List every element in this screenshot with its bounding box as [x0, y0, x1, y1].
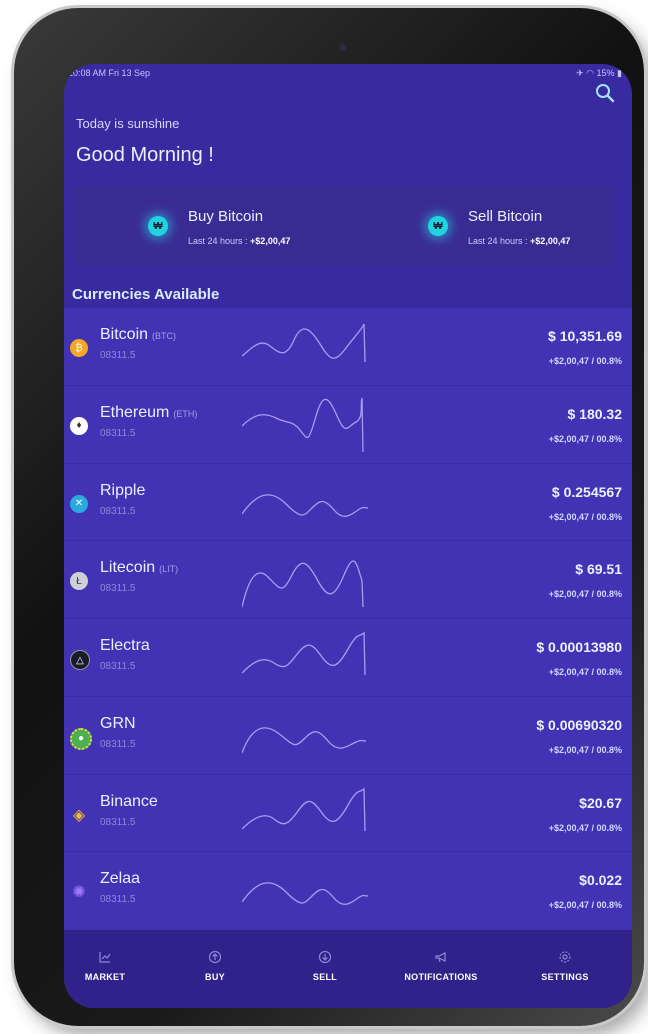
currency-price: $ 0.00690320: [536, 716, 622, 733]
currency-change: +$2,00,47 / 00.8%: [548, 433, 622, 444]
status-indicators: ✈ ◠ 15% ▮: [576, 68, 622, 79]
tab-buy[interactable]: BUY: [160, 950, 270, 982]
sparkline-chart: [242, 727, 367, 753]
tab-market[interactable]: MARKET: [64, 950, 160, 982]
sparkline-chart: [242, 631, 366, 676]
wifi-icon: ◠: [586, 68, 594, 78]
grn-icon: ●: [70, 727, 92, 750]
currency-price: $20.67: [579, 794, 622, 811]
gear-icon: [559, 951, 571, 963]
sparkline-chart: [242, 882, 369, 906]
currency-price: $ 0.254567: [551, 483, 622, 500]
currency-row-ripple[interactable]: ✕ Ripple 08311.5 $ 0.254567 +$2,00,47 / …: [64, 464, 632, 542]
currency-price: $ 69.51: [575, 561, 622, 578]
currency-code: 08311.5: [100, 738, 136, 750]
currency-change: +$2,00,47 / 00.8%: [548, 822, 622, 833]
zelaa-icon: ✺: [72, 884, 86, 902]
buy-icon: [208, 950, 222, 964]
currency-code: 08311.5: [100, 816, 136, 828]
currency-change: +$2,00,47 / 00.8%: [548, 744, 622, 755]
binance-icon: ◈: [72, 806, 86, 824]
currency-code: 08311.5: [100, 350, 136, 361]
wallet-coin-icon: ₩: [428, 216, 448, 236]
status-time: 10:08 AM Fri 13 Sep: [68, 68, 151, 78]
sparkline-chart: [242, 397, 364, 452]
currency-change: +$2,00,47 / 00.8%: [548, 667, 622, 677]
electra-icon: △: [70, 650, 90, 670]
bitcoin-icon: ₿: [70, 339, 88, 357]
battery-icon: ▮: [617, 68, 622, 78]
currency-name: Binance: [100, 792, 158, 810]
wallet-coin-icon: ₩: [148, 216, 168, 236]
sell-icon: [318, 950, 332, 964]
megaphone-icon: [435, 952, 446, 963]
sell-bitcoin-label: Sell Bitcoin: [468, 208, 543, 225]
tab-notifications[interactable]: NOTIFICATIONS: [386, 950, 496, 982]
currency-row-binance[interactable]: ◈ Binance 08311.5 $20.67 +$2,00,47 / 00.…: [64, 775, 632, 853]
buy-bitcoin-info: Last 24 hours : +$2,00,47: [188, 236, 291, 246]
trade-card: ₩ Buy Bitcoin Last 24 hours : +$2,00,47 …: [74, 186, 614, 266]
currency-code: 08311.5: [100, 427, 136, 439]
sparkline-chart: [242, 560, 364, 608]
sparkline-chart: [242, 786, 366, 831]
currency-price: $ 10,351.69: [548, 328, 622, 344]
currency-list: ₿ Bitcoin (BTC) 08311.5 $ 10,351.69 +$2,0…: [64, 308, 632, 930]
currency-name: Ethereum (ETH): [100, 403, 198, 421]
greeting-title: Good Morning !: [76, 144, 214, 166]
search-button[interactable]: [594, 82, 616, 104]
currency-change: +$2,00,47 / 00.8%: [548, 356, 622, 366]
status-bar: 10:08 AM Fri 13 Sep ✈ ◠ 15% ▮: [64, 64, 632, 82]
currency-row-bitcoin[interactable]: ₿ Bitcoin (BTC) 08311.5 $ 10,351.69 +$2,0…: [64, 308, 632, 386]
currency-change: +$2,00,47 / 00.8%: [548, 900, 622, 911]
currency-code: 08311.5: [100, 894, 136, 906]
camera: [339, 44, 346, 51]
market-chart-icon: [99, 952, 111, 963]
currency-change: +$2,00,47 / 00.8%: [548, 589, 622, 600]
currency-code: 08311.5: [100, 505, 136, 517]
currency-name: Litecoin (LIT): [100, 559, 179, 577]
litecoin-icon: Ł: [70, 572, 88, 591]
sparkline-chart: [242, 323, 366, 363]
currency-name: Bitcoin (BTC): [100, 326, 177, 343]
currency-name: Electra: [100, 637, 150, 654]
ripple-icon: ✕: [70, 494, 88, 513]
greeting-subtitle: Today is sunshine: [76, 116, 180, 131]
currency-price: $0.022: [579, 872, 622, 889]
currency-row-grn[interactable]: ● GRN 08311.5 $ 0.00690320 +$2,00,47 / 0…: [64, 697, 632, 775]
currencies-title: Currencies Available: [72, 286, 220, 303]
bottom-tab-bar: MARKET BUY SELL NOTIFICATIONS SETTINGS: [64, 930, 632, 1008]
tab-settings[interactable]: SETTINGS: [510, 950, 620, 982]
battery-level: 15%: [596, 68, 615, 78]
currency-change: +$2,00,47 / 00.8%: [548, 511, 622, 522]
buy-bitcoin-label: Buy Bitcoin: [188, 208, 264, 225]
currency-row-zelaa[interactable]: ✺ Zelaa 08311.5 $0.022 +$2,00,47 / 00.8%: [64, 852, 632, 930]
search-icon: [596, 84, 615, 103]
currency-name: Ripple: [100, 481, 146, 499]
currency-price: $ 180.32: [567, 405, 623, 422]
currency-row-litecoin[interactable]: Ł Litecoin (LIT) 08311.5 $ 69.51 +$2,00,4…: [64, 541, 632, 619]
app-screen: 10:08 AM Fri 13 Sep ✈ ◠ 15% ▮ Today is s…: [64, 64, 632, 1008]
airplane-icon: ✈: [576, 68, 584, 78]
sell-bitcoin-info: Last 24 hours : +$2,00,47: [468, 236, 571, 246]
currency-price: $ 0.00013980: [536, 639, 622, 655]
ethereum-icon: ♦: [70, 416, 88, 435]
currency-code: 08311.5: [100, 661, 136, 672]
currency-row-electra[interactable]: △ Electra 08311.5 $ 0.00013980 +$2,00,47…: [64, 619, 632, 697]
tab-sell[interactable]: SELL: [270, 950, 380, 982]
sparkline-chart: [242, 493, 369, 517]
currency-name: Zelaa: [100, 870, 141, 888]
tablet-frame: 10:08 AM Fri 13 Sep ✈ ◠ 15% ▮ Today is s…: [14, 8, 644, 1026]
currency-code: 08311.5: [100, 583, 136, 595]
currency-name: GRN: [100, 714, 136, 732]
currency-row-ethereum[interactable]: ♦ Ethereum (ETH) 08311.5 $ 180.32 +$2,00,…: [64, 386, 632, 464]
